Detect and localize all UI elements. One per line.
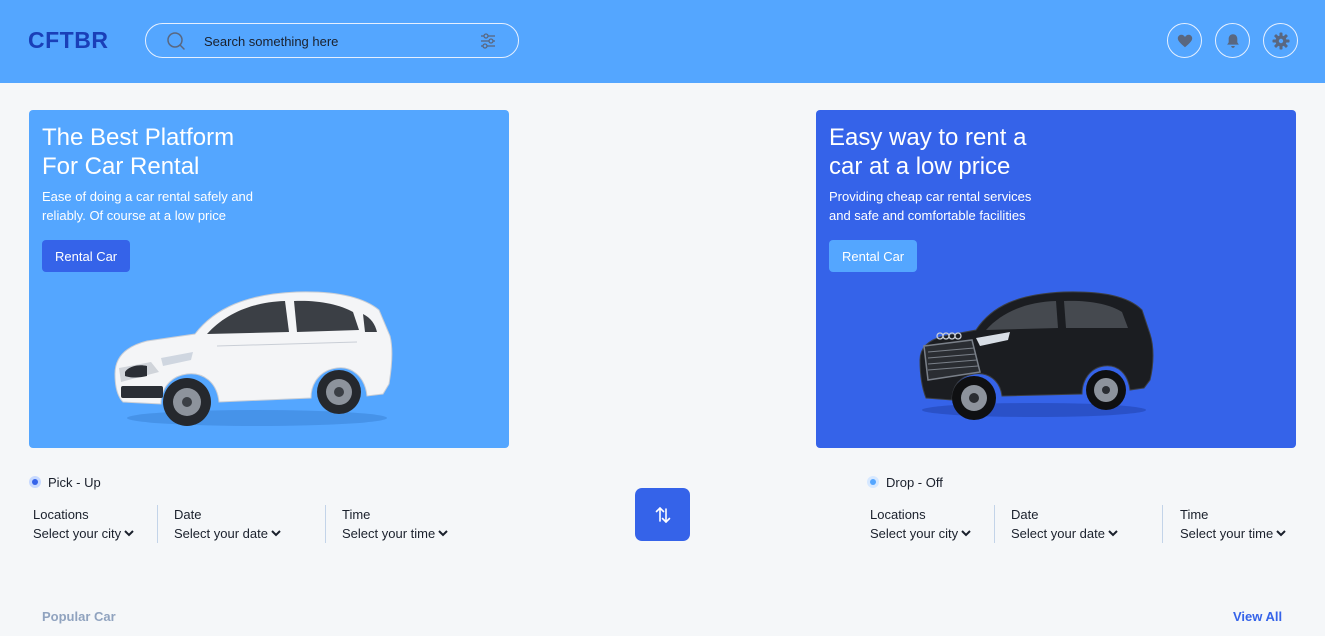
hero-card-title: The Best Platform For Car Rental bbox=[42, 123, 342, 181]
rental-car-button[interactable]: Rental Car bbox=[829, 240, 918, 272]
car-image-black-suv bbox=[919, 291, 1154, 420]
dropoff-time-value: Select your time bbox=[1180, 526, 1274, 541]
hero-card-description: Ease of doing a car rental safely and re… bbox=[42, 187, 302, 225]
dropoff-time-label: Time bbox=[1180, 507, 1209, 522]
filter-icon[interactable] bbox=[478, 31, 498, 51]
dropoff-location-field[interactable]: Locations Select your city bbox=[870, 507, 971, 541]
rental-car-button[interactable]: Rental Car bbox=[42, 240, 131, 272]
dropoff-label: Drop - Off bbox=[886, 475, 943, 490]
chevron-down-icon bbox=[1276, 530, 1286, 537]
bell-icon bbox=[1226, 33, 1239, 48]
settings-icon bbox=[1272, 32, 1289, 49]
settings-button[interactable] bbox=[1263, 23, 1298, 58]
chevron-down-icon bbox=[1108, 530, 1118, 537]
pickup-time-select[interactable]: Select your time bbox=[342, 526, 448, 541]
chevron-down-icon bbox=[961, 530, 971, 537]
swap-locations-button[interactable] bbox=[635, 488, 690, 541]
pickup-date-value: Select your date bbox=[174, 526, 268, 541]
swap-icon bbox=[655, 506, 670, 523]
top-navbar: CFTBR Search something here bbox=[0, 0, 1325, 83]
hero-card-description-line: reliably. Of course at a low price bbox=[42, 208, 226, 223]
car-image-white-suv bbox=[114, 291, 393, 426]
pickup-location-field[interactable]: Locations Select your city bbox=[33, 507, 134, 541]
hero-card-title: Easy way to rent a car at a low price bbox=[829, 123, 1129, 181]
pickup-location-value: Select your city bbox=[33, 526, 122, 541]
view-all-link[interactable]: View All bbox=[1233, 609, 1282, 624]
divider bbox=[1162, 505, 1163, 543]
hero-card-title-line: The Best Platform bbox=[42, 124, 235, 151]
dropoff-time-field[interactable]: Time Select your time bbox=[1180, 507, 1286, 541]
logo[interactable]: CFTBR bbox=[28, 27, 108, 54]
dropoff-time-select[interactable]: Select your time bbox=[1180, 526, 1286, 541]
pickup-date-field[interactable]: Date Select your date bbox=[174, 507, 281, 541]
dropoff-date-label: Date bbox=[1011, 507, 1039, 522]
favorites-button[interactable] bbox=[1167, 23, 1202, 58]
heart-icon bbox=[1177, 34, 1192, 47]
pickup-time-value: Select your time bbox=[342, 526, 436, 541]
pickup-label: Pick - Up bbox=[48, 475, 101, 490]
notifications-button[interactable] bbox=[1215, 23, 1250, 58]
hero-card-description-line: Providing cheap car rental services bbox=[829, 189, 1032, 204]
chevron-down-icon bbox=[271, 530, 281, 537]
hero-card-title-line: car at a low price bbox=[829, 153, 1011, 180]
search-icon[interactable] bbox=[166, 31, 186, 51]
dropoff-radio[interactable] bbox=[867, 476, 879, 488]
chevron-down-icon bbox=[124, 530, 134, 537]
dropoff-date-value: Select your date bbox=[1011, 526, 1105, 541]
hero-card-description: Providing cheap car rental services and … bbox=[829, 187, 1089, 225]
pickup-location-select[interactable]: Select your city bbox=[33, 526, 134, 541]
dropoff-date-select[interactable]: Select your date bbox=[1011, 526, 1118, 541]
divider bbox=[157, 505, 158, 543]
search-bar[interactable]: Search something here bbox=[145, 23, 519, 58]
dropoff-location-select[interactable]: Select your city bbox=[870, 526, 971, 541]
divider bbox=[325, 505, 326, 543]
hero-card-title-line: For Car Rental bbox=[42, 153, 200, 180]
hero-card-description-line: Ease of doing a car rental safely and bbox=[42, 189, 254, 204]
pickup-location-label: Locations bbox=[33, 507, 89, 522]
pickup-time-label: Time bbox=[342, 507, 371, 522]
dropoff-location-label: Locations bbox=[870, 507, 926, 522]
hero-card-description-line: and safe and comfortable facilities bbox=[829, 208, 1026, 223]
search-input[interactable]: Search something here bbox=[204, 34, 338, 49]
dropoff-date-field[interactable]: Date Select your date bbox=[1011, 507, 1118, 541]
pickup-date-select[interactable]: Select your date bbox=[174, 526, 281, 541]
hero-card-title-line: Easy way to rent a bbox=[829, 124, 1027, 151]
dropoff-location-value: Select your city bbox=[870, 526, 959, 541]
pickup-date-label: Date bbox=[174, 507, 202, 522]
divider bbox=[994, 505, 995, 543]
chevron-down-icon bbox=[438, 530, 448, 537]
popular-car-heading: Popular Car bbox=[42, 609, 116, 624]
hero-card-easy-rent: Easy way to rent a car at a low price Pr… bbox=[816, 110, 1296, 448]
pickup-time-field[interactable]: Time Select your time bbox=[342, 507, 448, 541]
hero-card-platform: The Best Platform For Car Rental Ease of… bbox=[29, 110, 509, 448]
pickup-radio[interactable] bbox=[29, 476, 41, 488]
